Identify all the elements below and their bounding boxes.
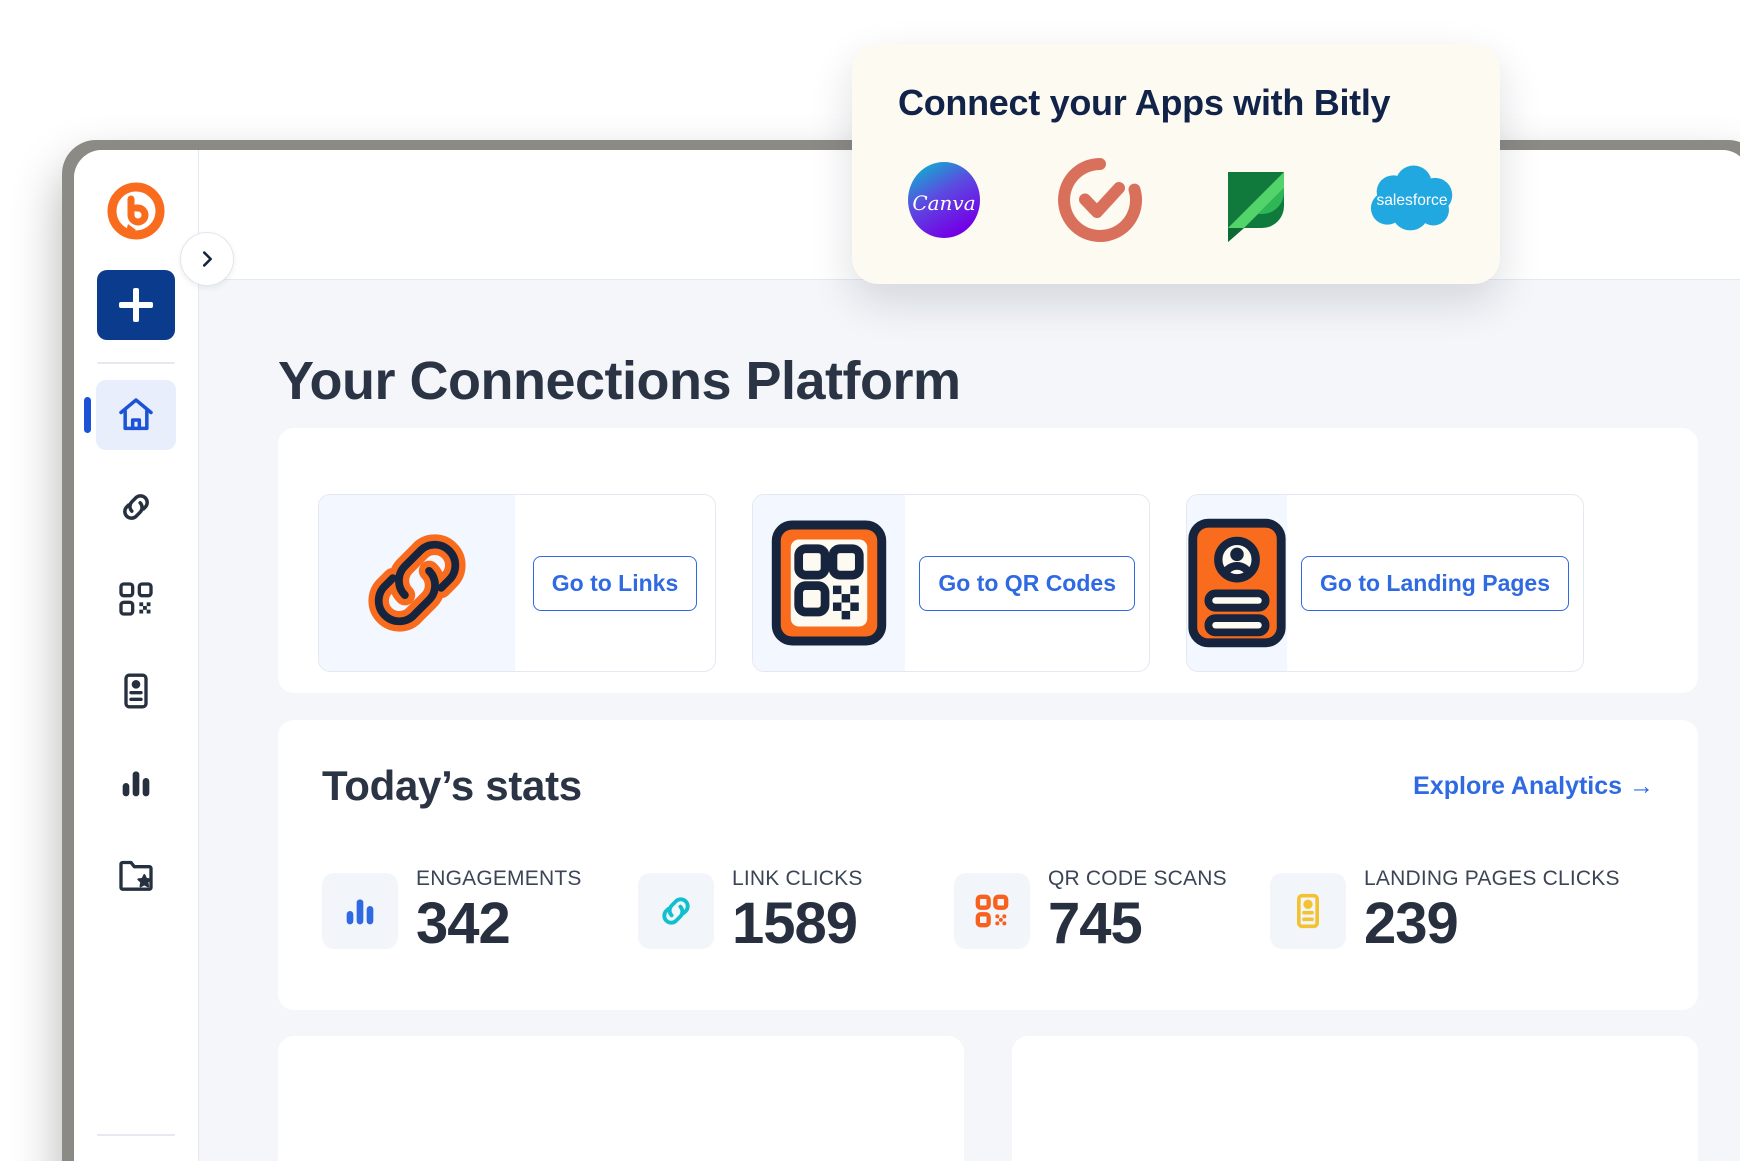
sidebar-item-qr-codes[interactable]	[96, 564, 176, 634]
quick-action-qr-codes[interactable]: Go to QR Codes	[752, 494, 1150, 672]
create-new-button[interactable]	[97, 270, 175, 340]
stat-engagements-icon-wrap	[322, 872, 398, 949]
app-root: Your Connections Platform Go to Links Go…	[0, 0, 1740, 1161]
sidebar-item-landing-pages[interactable]	[96, 656, 176, 726]
stat-engagements-text: ENGAGEMENTS 342	[416, 868, 582, 953]
svg-text:Canva: Canva	[912, 191, 975, 215]
salesforce-logo-icon[interactable]: salesforce	[1366, 154, 1458, 246]
sidebar-item-home[interactable]	[84, 380, 176, 450]
sidebar-bottom	[74, 1112, 198, 1161]
stat-label: QR CODE SCANS	[1048, 867, 1227, 890]
stat-value: 239	[1364, 891, 1459, 956]
quick-action-links-cta-wrap: Go to Links	[515, 495, 715, 671]
qr-code-art	[753, 495, 906, 671]
plus-icon	[119, 288, 153, 322]
quick-action-qr-cta-wrap: Go to QR Codes	[905, 495, 1149, 671]
stats-header: Today’s stats Explore Analytics →	[322, 762, 1654, 810]
stat-link-clicks-icon-wrap	[638, 872, 714, 949]
stat-landing-pages-clicks: LANDING PAGES CLICKS 239	[1270, 868, 1619, 953]
page-icon	[124, 673, 148, 709]
stat-label: ENGAGEMENTS	[416, 867, 582, 890]
sidebar-item-links[interactable]	[96, 472, 176, 542]
canva-logo-icon[interactable]: Canva	[898, 154, 990, 246]
stat-link-clicks: LINK CLICKS 1589	[638, 868, 954, 953]
bottom-card-left[interactable]	[278, 1036, 964, 1161]
bottom-cards-row	[278, 1036, 1698, 1161]
page-title: Your Connections Platform	[278, 351, 961, 412]
stat-qr-text: QR CODE SCANS 745	[1048, 868, 1227, 953]
quick-action-landing-cta-wrap: Go to Landing Pages	[1287, 495, 1583, 671]
sidebar-item-analytics[interactable]	[96, 748, 176, 818]
stat-engagements: ENGAGEMENTS 342	[322, 868, 638, 953]
go-to-landing-pages-button[interactable]: Go to Landing Pages	[1301, 555, 1570, 611]
quick-actions-card: Go to Links Go to QR Codes Go to Landing…	[278, 428, 1698, 693]
hubspot-logo-icon[interactable]	[1054, 154, 1146, 246]
sidebar	[74, 150, 199, 1161]
connect-apps-title: Connect your Apps with Bitly	[898, 82, 1391, 123]
stat-label: LINK CLICKS	[732, 867, 863, 890]
stat-value: 1589	[732, 891, 858, 956]
sidebar-nav	[74, 380, 198, 932]
link-icon	[662, 896, 690, 925]
stat-label: LANDING PAGES CLICKS	[1364, 867, 1620, 890]
window-inner: Your Connections Platform Go to Links Go…	[74, 150, 1740, 1161]
link-chain-art	[319, 495, 515, 671]
chevron-right-icon	[202, 251, 212, 267]
quick-actions-row: Go to Links Go to QR Codes Go to Landing…	[318, 494, 1584, 672]
go-to-qr-codes-button[interactable]: Go to QR Codes	[919, 555, 1135, 611]
go-to-links-button[interactable]: Go to Links	[532, 555, 698, 611]
bottom-card-right[interactable]	[1012, 1036, 1698, 1161]
qr-code-icon	[975, 894, 1009, 927]
stat-link-clicks-text: LINK CLICKS 1589	[732, 868, 863, 953]
bitly-logo-icon[interactable]	[107, 182, 165, 240]
bar-chart-icon	[346, 898, 374, 924]
bar-chart-icon	[122, 771, 150, 797]
page-icon	[1297, 893, 1319, 928]
sidebar-divider-bottom	[97, 1134, 175, 1136]
connect-apps-popover: Connect your Apps with Bitly Canva sales…	[852, 44, 1500, 284]
stats-row: ENGAGEMENTS 342 LINK CLICKS 1589 QR CODE…	[322, 868, 1619, 953]
todays-stats-card: Today’s stats Explore Analytics → ENGAGE…	[278, 720, 1698, 1010]
quick-action-links[interactable]: Go to Links	[318, 494, 716, 672]
sidebar-item-campaigns[interactable]	[96, 840, 176, 910]
connect-apps-logo-row: Canva salesforce	[898, 154, 1458, 246]
collapse-sidebar-button[interactable]	[180, 232, 234, 286]
explore-analytics-link[interactable]: Explore Analytics →	[1413, 772, 1654, 801]
quick-action-landing-pages[interactable]: Go to Landing Pages	[1186, 494, 1584, 672]
folder-star-icon	[119, 860, 153, 891]
stat-value: 342	[416, 891, 511, 956]
landing-page-art	[1187, 495, 1287, 671]
home-icon	[119, 398, 153, 431]
sidebar-divider-top	[97, 362, 175, 364]
stat-qr-code-scans: QR CODE SCANS 745	[954, 868, 1270, 953]
qr-code-icon	[119, 582, 153, 616]
leaf-logo-icon[interactable]	[1210, 154, 1302, 246]
stat-value: 745	[1048, 891, 1143, 956]
svg-text:salesforce: salesforce	[1376, 192, 1447, 209]
stat-qr-icon-wrap	[954, 872, 1030, 949]
stats-title: Today’s stats	[322, 762, 582, 809]
link-icon	[123, 494, 149, 520]
stat-landing-text: LANDING PAGES CLICKS 239	[1364, 868, 1620, 953]
stat-landing-icon-wrap	[1270, 872, 1346, 949]
